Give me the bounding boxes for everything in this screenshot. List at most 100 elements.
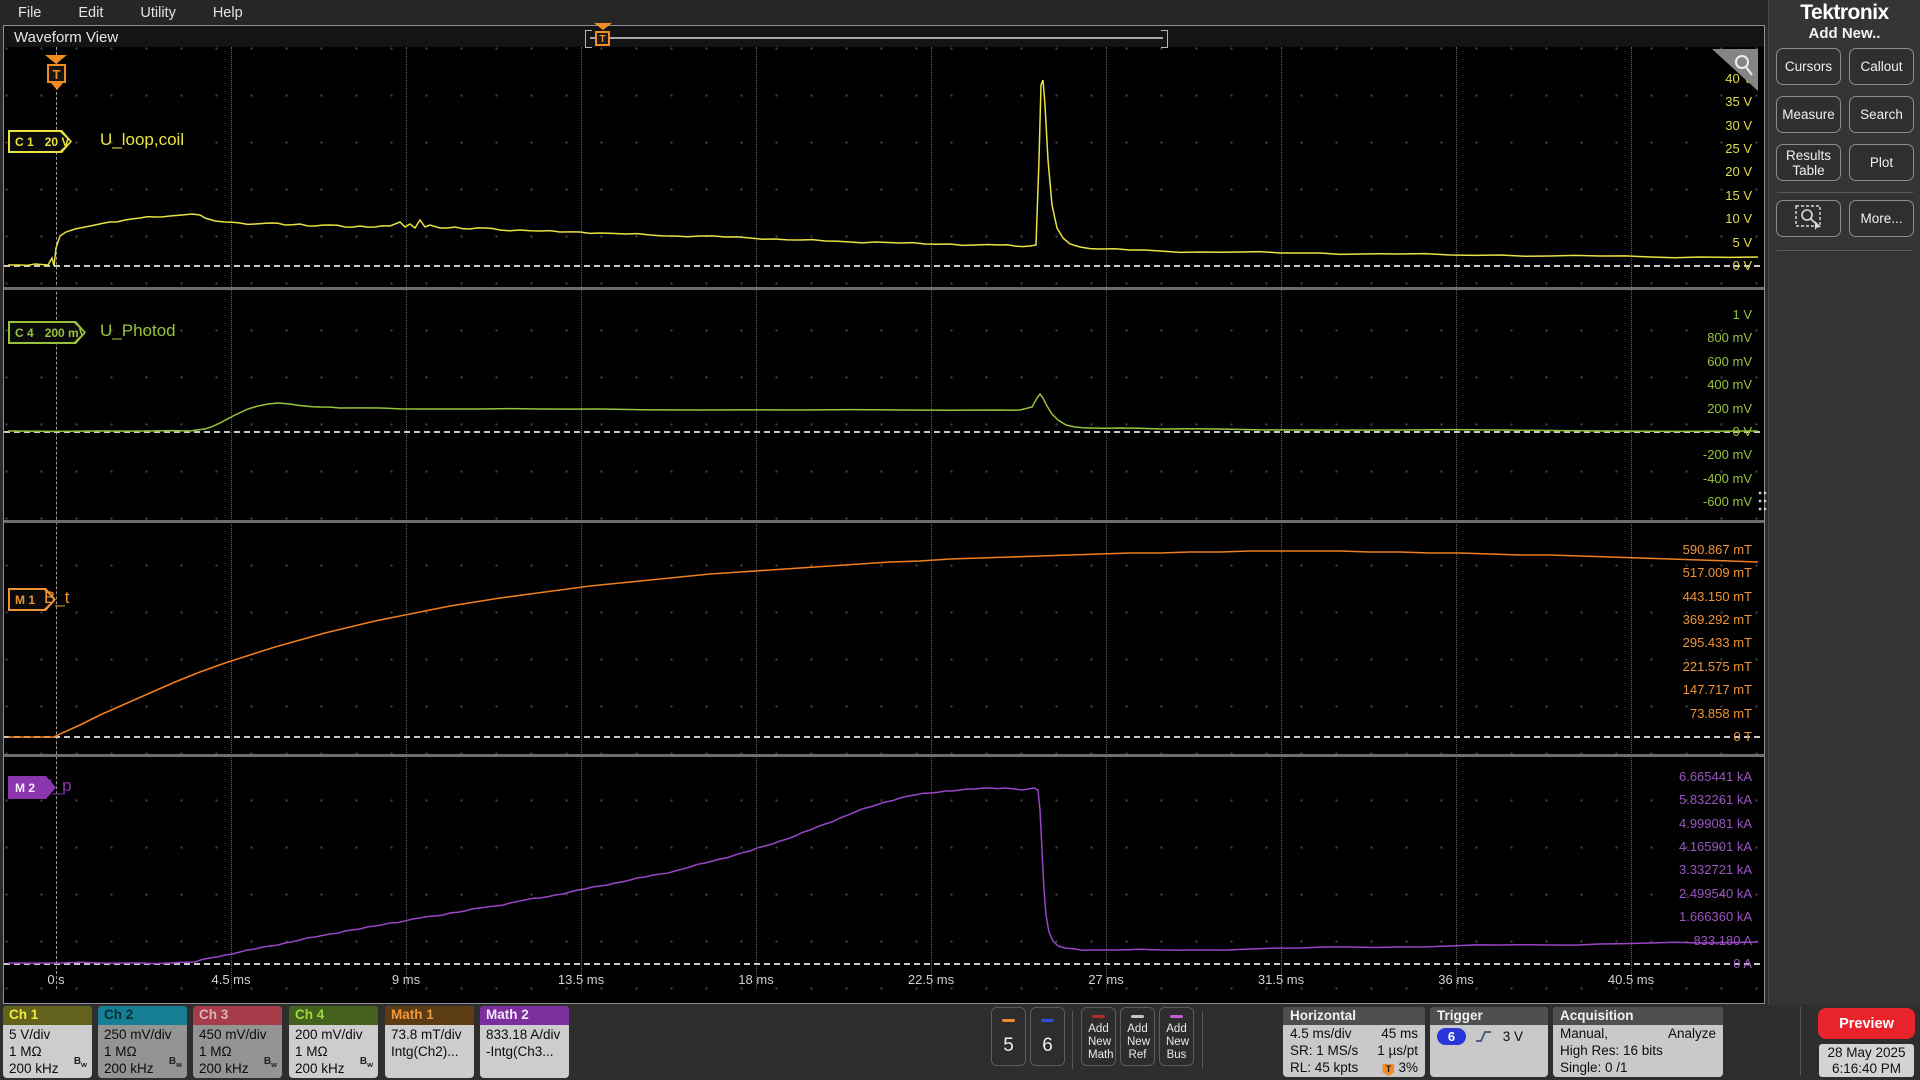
x-axis-label: 27 ms bbox=[1088, 972, 1124, 987]
record-trigger-arrow-icon bbox=[594, 23, 612, 30]
y-axis-label-math2: 1.666360 kA bbox=[1678, 909, 1752, 925]
x-axis-label: 13.5 ms bbox=[557, 972, 605, 987]
add-search-button[interactable]: Search bbox=[1849, 96, 1914, 133]
y-axis-label-ch4: 800 mV bbox=[1707, 330, 1752, 346]
more-button[interactable]: More... bbox=[1849, 200, 1914, 237]
record-trigger-position-icon[interactable]: T bbox=[595, 31, 610, 46]
time-gridline bbox=[931, 47, 932, 989]
acquisition-panel[interactable]: Acquisition Manual, Analyze High Res: 16… bbox=[1553, 1007, 1723, 1077]
time-gridline bbox=[406, 47, 407, 989]
channel-card-math-1[interactable]: Math 1 73.8 mT/div Intg(Ch2)... bbox=[385, 1006, 474, 1078]
time-gridline bbox=[756, 47, 757, 989]
record-length: RL: 45 kpts bbox=[1290, 1060, 1359, 1075]
horizontal-panel[interactable]: Horizontal 4.5 ms/div 45 ms SR: 1 MS/s 1… bbox=[1283, 1007, 1425, 1077]
channel-card-title: Ch 2 bbox=[98, 1006, 187, 1025]
y-axis-label-math2: 3.332721 kA bbox=[1678, 862, 1752, 878]
x-axis-label: 40.5 ms bbox=[1607, 972, 1655, 987]
waveform-button-5[interactable]: 5 bbox=[991, 1007, 1026, 1066]
add-plot-button[interactable]: Plot bbox=[1849, 144, 1914, 181]
channel-card-body: 200 mV/div 1 MΩ 200 kHz Bw bbox=[289, 1025, 378, 1078]
divider bbox=[1072, 1011, 1073, 1069]
time-gridline bbox=[1281, 47, 1282, 989]
waveform-button-label: 6 bbox=[1042, 1035, 1053, 1056]
add-new-bus-button[interactable]: Add New Bus bbox=[1159, 1007, 1194, 1066]
add-cursors-button[interactable]: Cursors bbox=[1776, 48, 1841, 85]
datetime-display[interactable]: 28 May 2025 6:16:40 PM bbox=[1819, 1044, 1914, 1077]
bandwidth-badge: Bw bbox=[73, 1056, 87, 1069]
zero-line-math2 bbox=[4, 963, 1760, 965]
channel-setting: 73.8 mT/div bbox=[391, 1027, 462, 1042]
color-stripe bbox=[1131, 1014, 1144, 1018]
trigger-time-gridline bbox=[56, 47, 57, 989]
channel-card-ch-4[interactable]: Ch 4 200 mV/div 1 MΩ 200 kHz Bw bbox=[289, 1006, 378, 1078]
time-gridline bbox=[581, 47, 582, 989]
channel-card-math-2[interactable]: Math 2 833.18 A/div -Intg(Ch3... bbox=[480, 1006, 569, 1078]
y-axis-label-ch4: 1 V bbox=[1732, 307, 1752, 322]
channel-handle-c-4[interactable]: C 4 200 mV bbox=[8, 321, 86, 344]
y-axis-label-ch1: 10 V bbox=[1725, 211, 1752, 227]
time-text: 6:16:40 PM bbox=[1831, 1061, 1902, 1076]
y-axis-label-ch1: 20 V bbox=[1725, 164, 1752, 180]
bandwidth-badge: Bw bbox=[359, 1056, 373, 1069]
trigger-panel[interactable]: Trigger 6 3 V bbox=[1430, 1007, 1548, 1077]
record-view-bar[interactable]: T bbox=[585, 23, 1168, 48]
color-stripe bbox=[1092, 1014, 1105, 1018]
add-measure-button[interactable]: Measure bbox=[1776, 96, 1841, 133]
divider bbox=[1202, 1011, 1203, 1069]
menu-item-file[interactable]: File bbox=[18, 5, 41, 21]
channel-card-title: Ch 1 bbox=[3, 1006, 92, 1025]
slice-divider bbox=[4, 520, 1764, 523]
preview-button[interactable]: Preview bbox=[1818, 1008, 1915, 1039]
channel-setting: 250 mV/div bbox=[104, 1027, 172, 1042]
y-axis-label-math2: 5.832261 kA bbox=[1678, 792, 1752, 808]
channel-card-body: 73.8 mT/div Intg(Ch2)... bbox=[385, 1025, 474, 1078]
y-axis-label-math1: 147.717 mT bbox=[1682, 682, 1752, 698]
y-axis-label-math2: 833.180 A bbox=[1693, 932, 1752, 948]
add-callout-button[interactable]: Callout bbox=[1849, 48, 1914, 85]
y-axis-label-math1: 369.292 mT bbox=[1682, 612, 1752, 627]
channel-card-ch-3[interactable]: Ch 3 450 mV/div 1 MΩ 200 kHz Bw bbox=[193, 1006, 282, 1078]
badge-text: C 4 200 mV bbox=[10, 323, 84, 342]
trigger-position-percent: 3% bbox=[1398, 1060, 1418, 1075]
menu-item-help[interactable]: Help bbox=[213, 5, 243, 21]
bandwidth-badge-sub: w bbox=[367, 1060, 373, 1069]
menu-item-utility[interactable]: Utility bbox=[140, 5, 175, 21]
badge-text: C 1 20 V bbox=[10, 132, 70, 151]
add-new-ref-button[interactable]: Add New Ref bbox=[1120, 1007, 1155, 1066]
add-new-math-button[interactable]: Add New Math bbox=[1081, 1007, 1116, 1066]
trace-name-u-loop-coil: U_loop,coil bbox=[100, 130, 185, 149]
sample-rate: SR: 1 MS/s bbox=[1290, 1043, 1359, 1058]
acquisition-analyze: Analyze bbox=[1667, 1026, 1716, 1041]
zoom-select-button[interactable] bbox=[1776, 200, 1841, 237]
menu-item-edit[interactable]: Edit bbox=[78, 5, 103, 21]
record-view-line bbox=[590, 37, 1163, 39]
add-results-table-button[interactable]: Results Table bbox=[1776, 144, 1841, 181]
channel-handle-c-1[interactable]: C 1 20 V bbox=[8, 130, 72, 153]
menu-bar: File Edit Utility Help bbox=[0, 0, 1920, 25]
add-button-label: Add New Math bbox=[1088, 1022, 1114, 1061]
channel-setting: Intg(Ch2)... bbox=[391, 1044, 459, 1059]
y-axis-label-ch4: 0 V bbox=[1732, 424, 1752, 439]
trigger-marker-icon[interactable]: T bbox=[47, 64, 66, 83]
trigger-panel-title: Trigger bbox=[1430, 1007, 1548, 1025]
waveform-graticule[interactable] bbox=[4, 47, 1764, 1003]
y-axis-label-math1: 221.575 mT bbox=[1682, 658, 1752, 674]
x-axis-label: 22.5 ms bbox=[907, 972, 955, 987]
x-axis-label: 31.5 ms bbox=[1257, 972, 1305, 987]
badge-id: M 1 bbox=[15, 592, 36, 607]
trace-name-u-photod: U_Photod bbox=[100, 321, 176, 340]
color-stripe bbox=[1170, 1014, 1183, 1018]
date-text: 28 May 2025 bbox=[1827, 1045, 1906, 1060]
waveform-button-6[interactable]: 6 bbox=[1030, 1007, 1065, 1066]
panel-drag-handle[interactable] bbox=[1757, 490, 1767, 512]
trigger-marker-arrow-icon[interactable] bbox=[45, 55, 67, 64]
y-axis-label-ch4: 400 mV bbox=[1707, 377, 1752, 393]
channel-card-ch-1[interactable]: Ch 15 V/div 1 MΩ 200 kHz Bw bbox=[3, 1006, 92, 1078]
badge-id: M 2 bbox=[15, 780, 36, 795]
trigger-position-icon: T bbox=[1382, 1064, 1395, 1076]
y-axis-label-math2: 0 A bbox=[1733, 956, 1752, 971]
y-axis-label-ch4: 200 mV bbox=[1707, 400, 1752, 416]
channel-setting: 5 V/div bbox=[9, 1027, 51, 1042]
y-axis-label-math1: 0 T bbox=[1733, 729, 1752, 744]
channel-card-ch-2[interactable]: Ch 2 250 mV/div 1 MΩ 200 kHz Bw bbox=[98, 1006, 187, 1078]
